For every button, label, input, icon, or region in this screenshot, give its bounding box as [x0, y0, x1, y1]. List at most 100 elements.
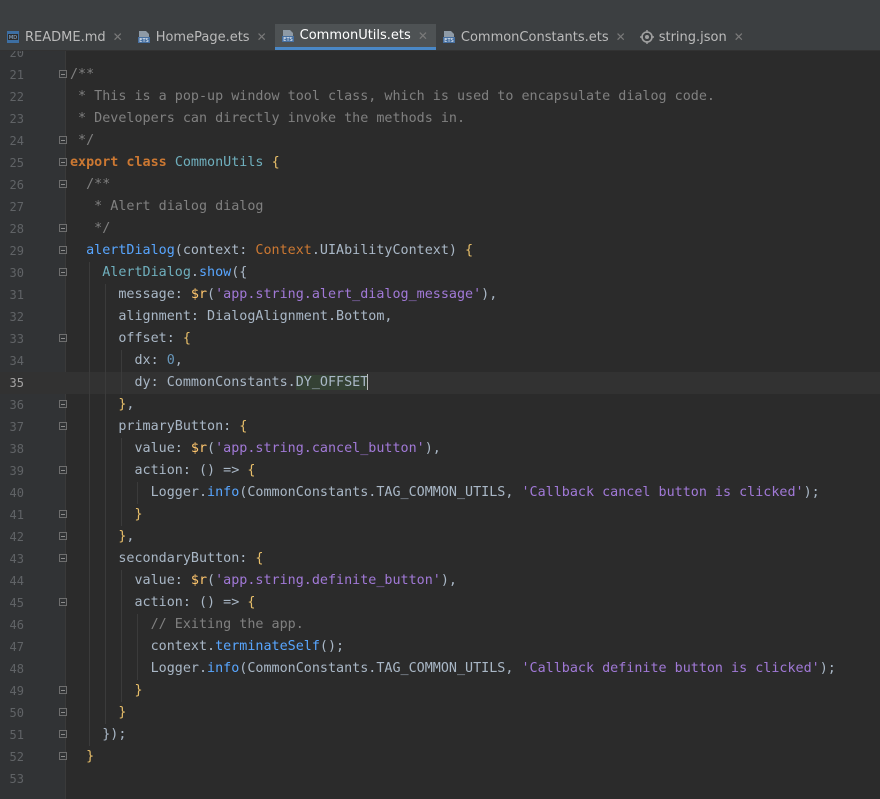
tab-string-json[interactable]: string.json ✕: [634, 24, 752, 50]
line-number: 20: [9, 51, 24, 60]
fold-toggle-icon[interactable]: [59, 708, 67, 716]
close-icon[interactable]: ✕: [257, 30, 267, 44]
ets-file-icon: ETS: [137, 30, 151, 44]
line-number: 50: [9, 706, 24, 720]
code-line[interactable]: 51});: [0, 724, 880, 746]
code-area[interactable]: 20 21 /** 22 * This is a pop-up window tool…: [0, 51, 880, 790]
tab-readme[interactable]: MD README.md ✕: [0, 24, 131, 50]
indent-guide: [105, 636, 107, 658]
fold-toggle-icon[interactable]: [59, 158, 67, 166]
fold-toggle-icon[interactable]: [59, 334, 67, 342]
code-token: 'app.string.definite_button': [215, 573, 441, 588]
code-line[interactable]: 46 // Exiting the app.: [0, 614, 880, 636]
code-line[interactable]: 30 AlertDialog.show({: [0, 262, 880, 284]
tab-commonutils[interactable]: ETS CommonUtils.ets ✕: [274, 24, 436, 50]
fold-toggle-icon[interactable]: [59, 70, 67, 78]
tab-homepage[interactable]: ETS HomePage.ets ✕: [131, 24, 275, 50]
code-line[interactable]: 43 secondaryButton: {: [0, 548, 880, 570]
code-line[interactable]: 36},: [0, 394, 880, 416]
fold-toggle-icon[interactable]: [59, 554, 67, 562]
code-text: }: [134, 680, 142, 702]
code-line[interactable]: 41}: [0, 504, 880, 526]
code-editor[interactable]: 20 21 /** 22 * This is a pop-up window tool…: [0, 51, 880, 799]
close-icon[interactable]: ✕: [616, 30, 626, 44]
indent-guide: [121, 372, 123, 394]
close-icon[interactable]: ✕: [734, 30, 744, 44]
code-line[interactable]: 21 /**: [0, 64, 880, 86]
fold-toggle-icon[interactable]: [59, 532, 67, 540]
indent-guide: [121, 658, 123, 680]
fold-toggle-icon[interactable]: [59, 466, 67, 474]
code-line[interactable]: 48 Logger.info(CommonConstants.TAG_COMMON…: [0, 658, 880, 680]
code-line[interactable]: 49}: [0, 680, 880, 702]
line-number: 28: [9, 222, 24, 236]
fold-toggle-icon[interactable]: [59, 510, 67, 518]
fold-toggle-icon[interactable]: [59, 730, 67, 738]
code-line[interactable]: 39 action: () => {: [0, 460, 880, 482]
code-line[interactable]: 35 dy: CommonConstants.DY_OFFSET: [0, 372, 880, 394]
code-text: },: [118, 526, 134, 548]
indent-guide: [89, 724, 91, 746]
code-line[interactable]: 34 dx: 0,: [0, 350, 880, 372]
tab-commonconstants[interactable]: ETS CommonConstants.ets ✕: [436, 24, 634, 50]
fold-toggle-icon[interactable]: [59, 422, 67, 430]
indent-guide: [121, 350, 123, 372]
code-line[interactable]: 52}: [0, 746, 880, 768]
fold-toggle-icon[interactable]: [59, 246, 67, 254]
close-icon[interactable]: ✕: [113, 30, 123, 44]
code-line[interactable]: 22 * This is a pop-up window tool class,…: [0, 86, 880, 108]
code-line[interactable]: 27 * Alert dialog dialog: [0, 196, 880, 218]
code-line[interactable]: 42},: [0, 526, 880, 548]
code-line[interactable]: 53: [0, 768, 880, 790]
fold-toggle-icon[interactable]: [59, 400, 67, 408]
code-line[interactable]: 31 message: $r('app.string.alert_dialog_m…: [0, 284, 880, 306]
code-token: }: [134, 507, 143, 522]
fold-toggle-icon[interactable]: [59, 180, 67, 188]
code-token: ({: [231, 265, 248, 280]
line-number: 52: [9, 750, 24, 764]
code-line[interactable]: 47 context.terminateSelf();: [0, 636, 880, 658]
code-text: /**: [86, 174, 110, 196]
line-number: 35: [9, 376, 24, 390]
fold-toggle-icon[interactable]: [59, 268, 67, 276]
code-line[interactable]: 40 Logger.info(CommonConstants.TAG_COMMON…: [0, 482, 880, 504]
code-token: show: [198, 265, 232, 280]
code-line[interactable]: 37 primaryButton: {: [0, 416, 880, 438]
code-line[interactable]: 32 alignment: DialogAlignment.Bottom,: [0, 306, 880, 328]
code-text: * Developers can directly invoke the met…: [70, 108, 465, 130]
fold-toggle-icon[interactable]: [59, 686, 67, 694]
code-line[interactable]: 28 */: [0, 218, 880, 240]
fold-toggle-icon[interactable]: [59, 224, 67, 232]
line-number: 21: [9, 68, 24, 82]
code-line[interactable]: 45 action: () => {: [0, 592, 880, 614]
indent-guide: [89, 306, 91, 328]
code-line[interactable]: 26 /**: [0, 174, 880, 196]
indent-guide: [105, 614, 107, 636]
indent-guide: [89, 350, 91, 372]
code-token: {: [239, 419, 248, 434]
code-token: Context: [255, 243, 312, 258]
code-token: message:: [118, 287, 191, 302]
code-text: context.terminateSelf();: [151, 636, 345, 658]
json-file-icon: [639, 30, 654, 44]
code-line[interactable]: 20: [0, 51, 880, 64]
indent-guide: [105, 592, 107, 614]
tab-label: string.json: [658, 29, 727, 45]
code-line[interactable]: 50}: [0, 702, 880, 724]
code-token: info: [207, 485, 240, 500]
fold-toggle-icon[interactable]: [59, 136, 67, 144]
code-line[interactable]: 38 value: $r('app.string.cancel_button'),: [0, 438, 880, 460]
code-line[interactable]: 25 export class CommonUtils {: [0, 152, 880, 174]
code-token: ,: [126, 397, 135, 412]
code-line[interactable]: 23 * Developers can directly invoke the …: [0, 108, 880, 130]
code-line[interactable]: 24 */: [0, 130, 880, 152]
indent-guide: [89, 526, 91, 548]
code-line[interactable]: 44 value: $r('app.string.definite_button'…: [0, 570, 880, 592]
code-line[interactable]: 29 alertDialog(context: Context.UIAbility…: [0, 240, 880, 262]
code-token: Logger.: [150, 661, 208, 676]
indent-guide: [89, 284, 91, 306]
fold-toggle-icon[interactable]: [59, 598, 67, 606]
code-line[interactable]: 33 offset: {: [0, 328, 880, 350]
close-icon[interactable]: ✕: [418, 29, 428, 43]
fold-toggle-icon[interactable]: [59, 752, 67, 760]
